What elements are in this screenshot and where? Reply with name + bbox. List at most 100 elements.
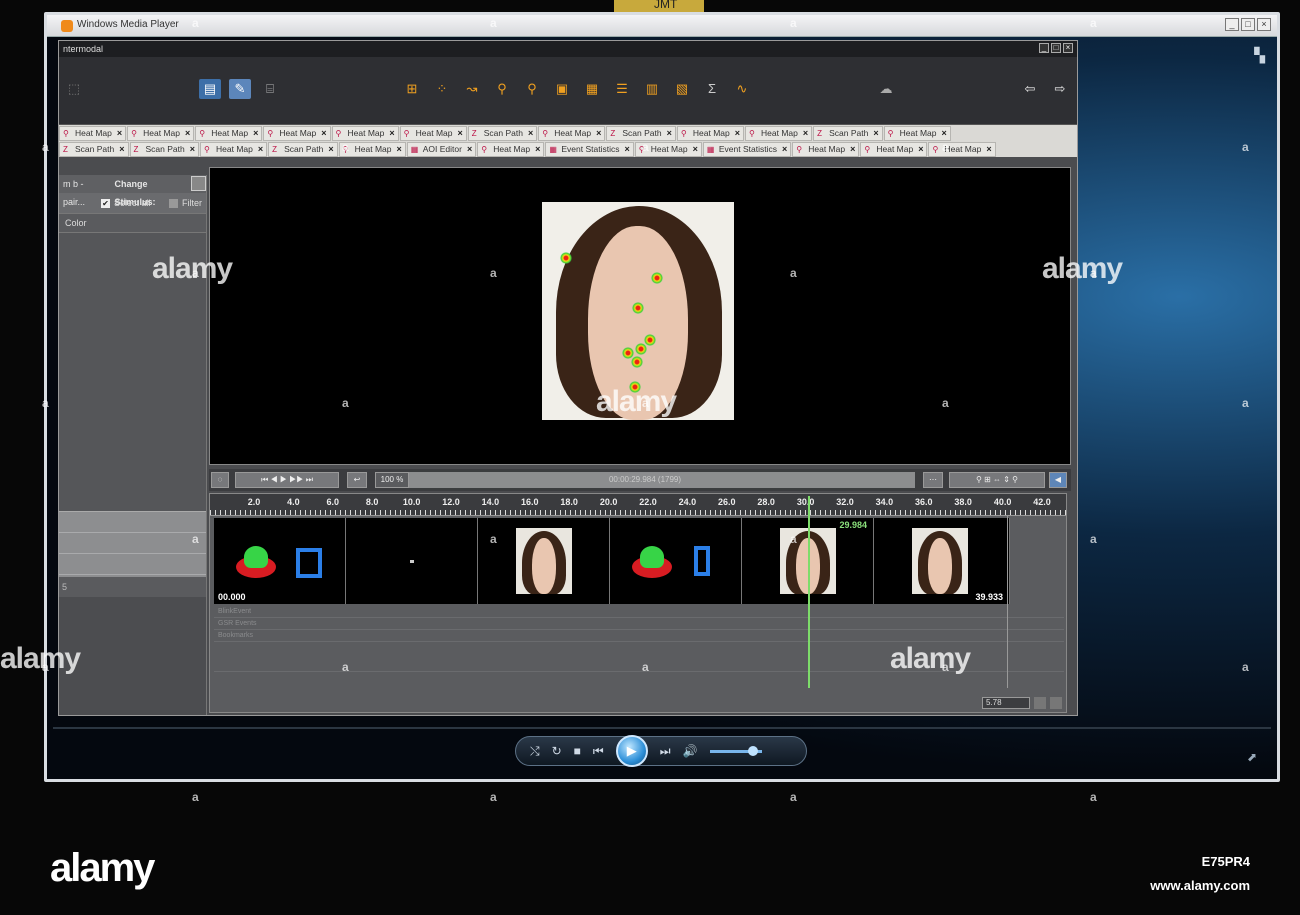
tab-close-icon[interactable]: × xyxy=(693,144,698,154)
tab-close-icon[interactable]: × xyxy=(803,128,808,138)
change-stimulus-button[interactable] xyxy=(191,176,206,191)
next-icon[interactable]: ⏭ xyxy=(660,744,671,759)
tab-close-icon[interactable]: × xyxy=(185,128,190,138)
tab-heat[interactable]: ⚲ Heat Map × xyxy=(331,125,399,141)
tab-heat[interactable]: ⚲ Heat Map × xyxy=(127,125,195,141)
export-icon[interactable]: ⇦ xyxy=(1019,79,1041,99)
volume-slider[interactable] xyxy=(709,745,762,756)
tab-heat[interactable]: ⚲ Heat Map × xyxy=(538,125,606,141)
time-ruler[interactable]: 2.0 4.0 6.0 8.0 10.0 12.0 14.0 16.0 18.0 20.0 22.0… xyxy=(210,494,1066,516)
zoom-out-button[interactable] xyxy=(1034,697,1046,709)
transport-buttons[interactable]: ⏮ ◀ ▶ ▶▶ ⏭ xyxy=(235,472,339,488)
mute-icon[interactable]: 🔊 xyxy=(683,744,698,758)
waveform-icon[interactable]: ∿ xyxy=(731,79,753,99)
tab-stats[interactable]: ▦ Event Statistics × xyxy=(702,141,792,157)
tab-heat[interactable]: ⚲ Heat Map × xyxy=(928,141,996,157)
select-all-checkbox[interactable]: ✔ xyxy=(101,199,110,209)
tab-close-icon[interactable]: × xyxy=(467,144,472,154)
tab-heat[interactable]: ⚲ Heat Map × xyxy=(745,125,813,141)
tab-heat[interactable]: ⚲ Heat Map × xyxy=(338,141,406,157)
grid-icon[interactable]: ⊞ xyxy=(401,79,423,99)
import-icon[interactable]: ⇨ xyxy=(1049,79,1071,99)
volume-button[interactable]: ◀ xyxy=(1049,472,1067,488)
tab-heat[interactable]: ⚲ Heat Map × xyxy=(477,141,545,157)
zoom-icon[interactable]: ⚲ xyxy=(491,79,513,99)
dots-icon[interactable]: ⁘ xyxy=(431,79,453,99)
app-maximize-button[interactable]: □ xyxy=(1051,43,1061,53)
stats-icon[interactable]: ☰ xyxy=(611,79,633,99)
tab-scan[interactable]: Z Scan Path × xyxy=(59,141,129,157)
tab-close-icon[interactable]: × xyxy=(535,144,540,154)
track-bookmarks[interactable]: Bookmarks xyxy=(214,630,1064,642)
tab-close-icon[interactable]: × xyxy=(667,128,672,138)
play-button[interactable]: ▶ xyxy=(615,735,648,767)
tab-close-icon[interactable]: × xyxy=(528,128,533,138)
switch-view-icon[interactable]: ▚ xyxy=(1254,47,1265,64)
track-gsr[interactable]: GSR Events xyxy=(214,618,1064,630)
tab-scan[interactable]: Z Scan Path × xyxy=(268,141,338,157)
tab-close-icon[interactable]: × xyxy=(389,128,394,138)
tab-close-icon[interactable]: × xyxy=(624,144,629,154)
tab-close-icon[interactable]: × xyxy=(258,144,263,154)
sigma-icon[interactable]: Σ xyxy=(701,79,723,99)
tab-close-icon[interactable]: × xyxy=(119,144,124,154)
zoom-in-button[interactable] xyxy=(1050,697,1062,709)
edit-icon[interactable]: ✎ xyxy=(229,79,251,99)
tab-heat[interactable]: ⚲ Heat Map × xyxy=(399,125,467,141)
settings-button[interactable]: ⋯ xyxy=(923,472,943,488)
playhead-cursor[interactable] xyxy=(808,496,810,688)
tab-stats[interactable]: ▦ Event Statistics × xyxy=(545,141,634,157)
chat-icon[interactable]: ☁ xyxy=(875,79,897,99)
aoi-icon[interactable]: ▦ xyxy=(581,79,603,99)
tab-close-icon[interactable]: × xyxy=(117,128,122,138)
tab-close-icon[interactable]: × xyxy=(782,144,787,154)
tab-close-icon[interactable]: × xyxy=(328,144,333,154)
film-icon[interactable]: ▤ xyxy=(199,79,221,99)
tab-close-icon[interactable]: × xyxy=(321,128,326,138)
thumbnail-cup[interactable]: 00.000 xyxy=(214,518,346,604)
tab-close-icon[interactable]: × xyxy=(396,144,401,154)
heatmap-icon[interactable]: ▣ xyxy=(551,79,573,99)
trash-icon[interactable]: ⬚ xyxy=(63,79,85,99)
timeline-zoom-select[interactable]: 5.78 xyxy=(982,697,1030,709)
tab-heat[interactable]: ⚲ Heat Map × xyxy=(195,125,263,141)
tab-close-icon[interactable]: × xyxy=(190,144,195,154)
tab-close-icon[interactable]: × xyxy=(253,128,258,138)
thumbnail-face-3[interactable]: 39.933 xyxy=(874,518,1010,604)
tab-heat[interactable]: ⚲ Heat Map × xyxy=(200,141,268,157)
stop-icon[interactable]: ■ xyxy=(574,744,581,758)
tab-close-icon[interactable]: × xyxy=(596,128,601,138)
tab-heat[interactable]: ⚲ Heat Map × xyxy=(676,125,744,141)
thumbnail-face[interactable] xyxy=(478,518,610,604)
tab-close-icon[interactable]: × xyxy=(918,144,923,154)
shuffle-icon[interactable]: ⤭ xyxy=(530,744,540,759)
zoom-tools[interactable]: ⚲ ⊞ ⇔ ⇕ ⚲ xyxy=(949,472,1045,488)
fullscreen-icon[interactable]: ⬈ xyxy=(1247,750,1257,764)
tab-aoi[interactable]: ▦ AOI Editor × xyxy=(406,141,477,157)
filter-checkbox[interactable] xyxy=(169,199,179,209)
thumbnail-cup-2[interactable] xyxy=(610,518,742,604)
zoom-select[interactable]: 100 % xyxy=(375,472,409,488)
tab-scan[interactable]: Z Scan Path × xyxy=(129,141,199,157)
tab-close-icon[interactable]: × xyxy=(986,144,991,154)
tab-heat[interactable]: ⚲ Heat Map × xyxy=(860,141,928,157)
close-button[interactable]: × xyxy=(1257,18,1271,31)
repeat-icon[interactable]: ↻ xyxy=(552,744,562,758)
app-minimize-button[interactable]: _ xyxy=(1039,43,1049,53)
tab-close-icon[interactable]: × xyxy=(457,128,462,138)
tab-close-icon[interactable]: × xyxy=(735,128,740,138)
minimize-button[interactable]: _ xyxy=(1225,18,1239,31)
sync-button[interactable]: ↩ xyxy=(347,472,367,488)
track-blink[interactable]: BlinkEvent xyxy=(214,606,1064,618)
tab-close-icon[interactable]: × xyxy=(941,128,946,138)
loop-button[interactable]: ◌ xyxy=(211,472,229,488)
tab-scan[interactable]: Z Scan Path × xyxy=(606,125,676,141)
scanpath-icon[interactable]: ↝ xyxy=(461,79,483,99)
maximize-button[interactable]: □ xyxy=(1241,18,1255,31)
zoom-alt-icon[interactable]: ⚲ xyxy=(521,79,543,99)
tab-heat[interactable]: ⚲ Heat Map × xyxy=(263,125,331,141)
matrix-icon[interactable]: ▧ xyxy=(671,79,693,99)
thumbnail-blank[interactable] xyxy=(346,518,478,604)
previous-icon[interactable]: ⏮ xyxy=(593,744,604,759)
map-icon[interactable]: ⌸ xyxy=(259,79,281,99)
